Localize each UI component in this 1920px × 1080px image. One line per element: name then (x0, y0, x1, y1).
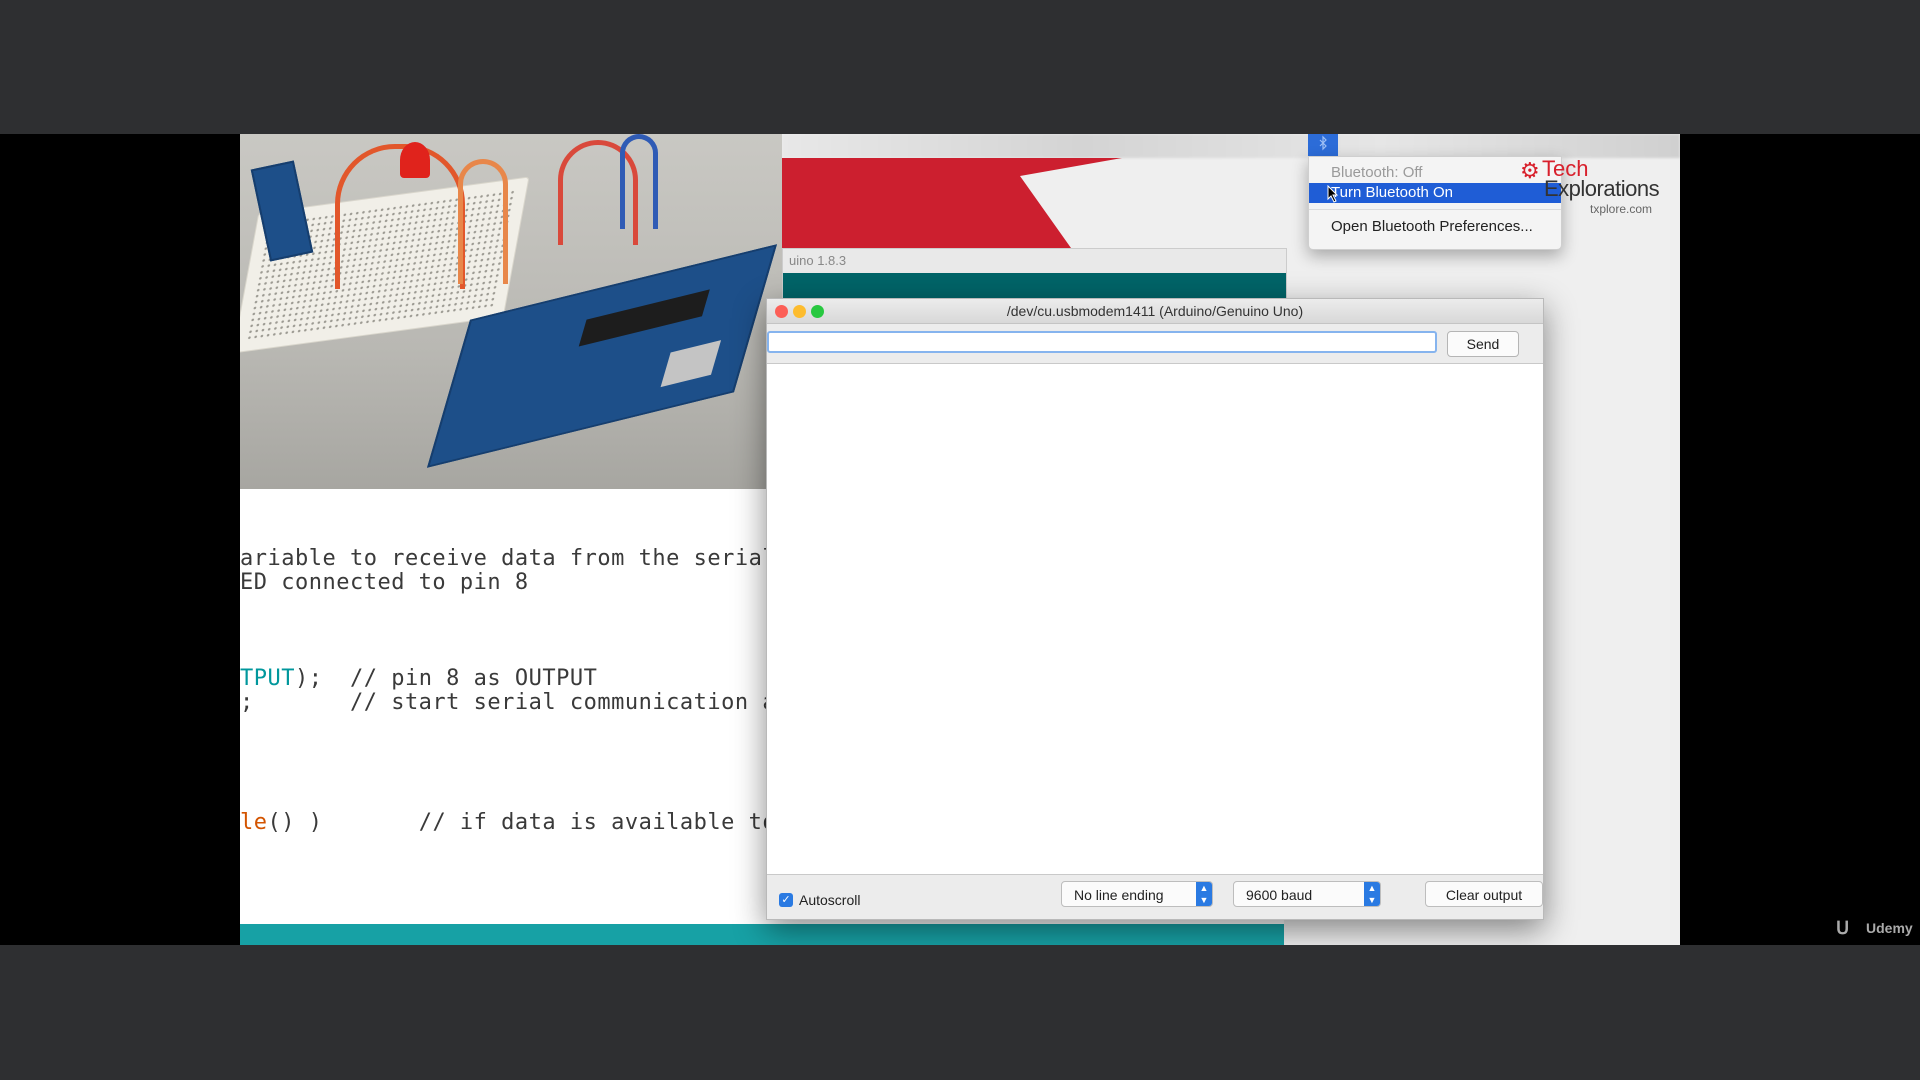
blue-wire (620, 134, 658, 229)
window-titlebar: /dev/cu.usbmodem1411 (Arduino/Genuino Un… (767, 299, 1543, 324)
code-comment: () ) // if data is available to re (267, 810, 818, 835)
chevron-updown-icon: ▲ ▼ (1364, 882, 1380, 906)
code-keyword: TPUT (240, 666, 295, 691)
autoscroll-label: Autoscroll (799, 892, 861, 908)
code-line-4: ; // start serial communication at 9 (240, 690, 818, 715)
microcontroller-chip (578, 289, 710, 347)
chevron-updown-icon: ▲ ▼ (1196, 882, 1212, 906)
hardware-photo (240, 134, 782, 489)
usb-port (660, 340, 722, 388)
mouse-cursor-icon (1327, 185, 1339, 203)
tech-explorations-logo: ⚙ Tech Explorations txplore.com (1520, 156, 1678, 216)
serial-output-area[interactable] (767, 363, 1543, 875)
editor-status-bar (240, 924, 1284, 945)
logo-url: txplore.com (1590, 202, 1653, 216)
bluetooth-preferences-item[interactable]: Open Bluetooth Preferences... (1309, 217, 1561, 237)
code-function: le (240, 810, 268, 835)
gear-icon: ⚙ (1520, 158, 1540, 183)
udemy-logo-icon: ᑌ (1836, 918, 1850, 938)
red-led (400, 142, 430, 178)
bluetooth-icon[interactable] (1308, 134, 1338, 156)
line-ending-select[interactable]: No line ending ▲ ▼ (1061, 881, 1213, 907)
arduino-toolbar (783, 273, 1286, 319)
baud-rate-value: 9600 baud (1246, 887, 1313, 903)
desktop-wallpaper (782, 158, 1122, 248)
send-button[interactable]: Send (1447, 331, 1519, 357)
code-line-1: ariable to receive data from the serial … (240, 546, 818, 571)
send-input[interactable] (767, 331, 1437, 353)
arduino-window-title: uino 1.8.3 (789, 253, 847, 268)
code-line-2: ED connected to pin 8 (240, 570, 529, 595)
autoscroll-checkbox[interactable]: ✓ (779, 893, 793, 907)
logo-explorations-text: Explorations (1544, 176, 1660, 201)
serial-monitor-window: /dev/cu.usbmodem1411 (Arduino/Genuino Un… (766, 298, 1544, 920)
code-comment: ); // pin 8 as OUTPUT (294, 666, 598, 691)
orange-wire (458, 159, 508, 284)
line-ending-value: No line ending (1074, 887, 1164, 903)
baud-rate-select[interactable]: 9600 baud ▲ ▼ (1233, 881, 1381, 907)
mac-menu-bar (782, 134, 1680, 158)
code-line-5: le() ) // if data is available to re (240, 810, 817, 835)
clear-output-button[interactable]: Clear output (1425, 881, 1543, 907)
bluetooth-glyph-icon (1319, 135, 1327, 151)
code-line-3: TPUT); // pin 8 as OUTPUT (240, 666, 597, 691)
arduino-ide-window: uino 1.8.3 (782, 248, 1287, 319)
udemy-watermark: Udemy (1866, 920, 1913, 936)
window-title: /dev/cu.usbmodem1411 (Arduino/Genuino Un… (1006, 303, 1304, 319)
video-frame: uino 1.8.3 ariable to receive data from … (240, 134, 1680, 945)
